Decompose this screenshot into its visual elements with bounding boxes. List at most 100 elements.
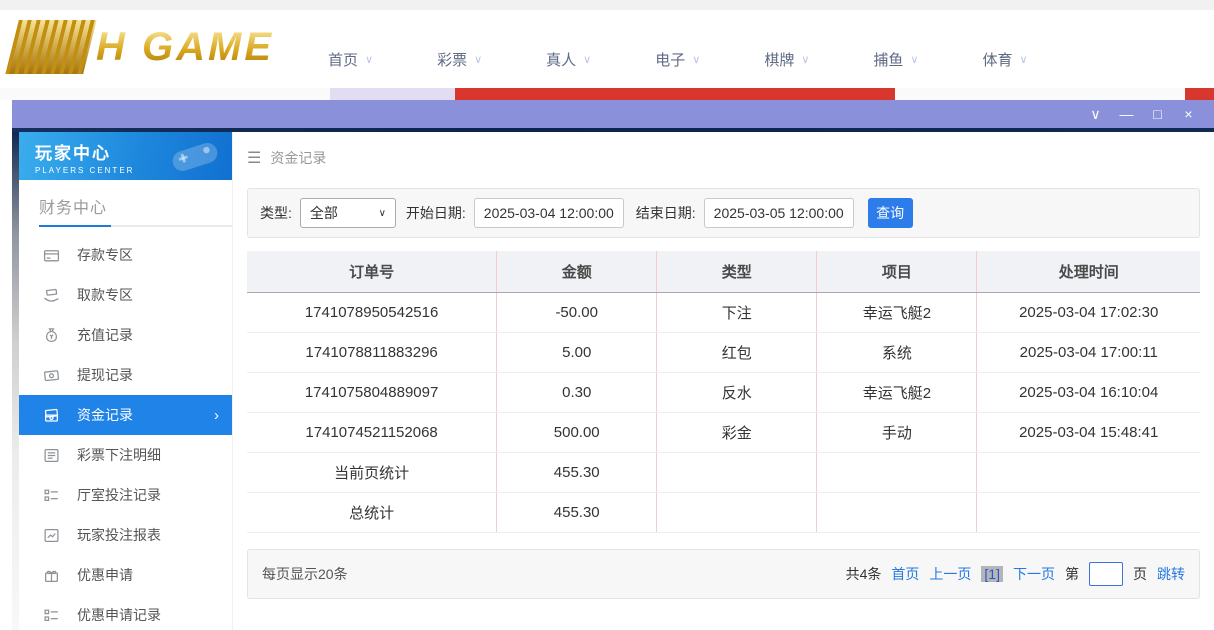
close-icon[interactable]: × xyxy=(1173,100,1204,128)
sidebar-section-title: 财务中心 xyxy=(39,194,212,218)
sidebar-item-withdraw-record[interactable]: 提现记录 xyxy=(19,355,232,395)
banner-fragment xyxy=(1185,88,1214,100)
col-amount: 金额 xyxy=(497,251,657,292)
jump-button[interactable]: 跳转 xyxy=(1157,564,1185,584)
chevron-down-icon: ∨ xyxy=(801,53,809,66)
nav-item-lottery[interactable]: 彩票 ∨ xyxy=(437,49,482,70)
cell-time: 2025-03-04 16:10:04 xyxy=(977,372,1200,412)
banknote-icon xyxy=(43,367,60,384)
hamburger-icon[interactable]: ☰ xyxy=(247,148,261,168)
cell-project: 幸运飞艇2 xyxy=(817,372,977,412)
cell-project: 系统 xyxy=(817,332,977,372)
cell-time: 2025-03-04 17:00:11 xyxy=(977,332,1200,372)
nav-item-home[interactable]: 首页 ∨ xyxy=(328,49,373,70)
list-squares-icon xyxy=(43,487,60,504)
chevron-down-icon: ∨ xyxy=(474,53,482,66)
bank-card-icon xyxy=(43,247,60,264)
sidebar-item-lottery-bet-detail[interactable]: 彩票下注明细 xyxy=(19,435,232,475)
nav-label: 彩票 xyxy=(437,49,467,70)
table-row: 1741074521152068 500.00 彩金 手动 2025-03-04… xyxy=(247,412,1200,452)
cell-type: 反水 xyxy=(657,372,817,412)
sidebar-item-label: 厅室投注记录 xyxy=(77,485,161,505)
cell-type xyxy=(657,452,817,492)
col-order-id: 订单号 xyxy=(247,251,497,292)
nav-item-chess[interactable]: 棋牌 ∨ xyxy=(764,49,809,70)
cell-type: 红包 xyxy=(657,332,817,372)
cell-project xyxy=(817,492,977,532)
nav-label: 棋牌 xyxy=(764,49,794,70)
next-page-link[interactable]: 下一页 xyxy=(1013,564,1055,584)
sidebar-item-deposit-zone[interactable]: 存款专区 xyxy=(19,235,232,275)
prev-page-link[interactable]: 上一页 xyxy=(929,564,971,584)
table-row-total-summary: 总统计 455.30 xyxy=(247,492,1200,532)
maximize-icon[interactable]: □ xyxy=(1142,100,1173,128)
sidebar-item-withdraw-zone[interactable]: 取款专区 xyxy=(19,275,232,315)
cell-order-id: 1741078811883296 xyxy=(247,332,497,372)
chart-report-icon xyxy=(43,527,60,544)
cell-amount: 455.30 xyxy=(497,492,657,532)
chevron-down-icon: ∨ xyxy=(365,53,373,66)
sidebar-item-label: 彩票下注明细 xyxy=(77,445,161,465)
logo[interactable]: H GAME xyxy=(12,20,274,74)
query-button[interactable]: 查询 xyxy=(868,198,913,228)
sidebar-item-recharge-record[interactable]: 充值记录 xyxy=(19,315,232,355)
page-title: 资金记录 xyxy=(270,148,326,168)
hand-money-icon xyxy=(43,287,60,304)
type-label: 类型: xyxy=(260,203,292,223)
sidebar-item-promo-apply[interactable]: 优惠申请 xyxy=(19,555,232,595)
jump-page-input[interactable] xyxy=(1089,562,1123,586)
logo-mark-icon xyxy=(5,20,96,74)
sidebar-item-label: 存款专区 xyxy=(77,245,133,265)
main-panel: ☰ 资金记录 类型: 全部 ∨ 开始日期: 结束日期: 查询 xyxy=(233,132,1214,630)
sidebar-item-promo-apply-record[interactable]: 优惠申请记录 xyxy=(19,595,232,630)
first-page-link[interactable]: 首页 xyxy=(891,564,919,584)
cell-time xyxy=(977,452,1200,492)
sidebar-item-funds-record[interactable]: 资金记录 › xyxy=(19,395,232,435)
money-bag-icon xyxy=(43,327,60,344)
funds-icon xyxy=(43,407,60,424)
nav-item-fishing[interactable]: 捕鱼 ∨ xyxy=(873,49,918,70)
type-select[interactable]: 全部 ∨ xyxy=(300,198,396,228)
page-size-text: 每页显示20条 xyxy=(262,564,348,584)
player-center-window: ∨ — □ × 玩家中心 PLAYERS CENTER 财务中心 xyxy=(12,100,1214,630)
start-date-input[interactable] xyxy=(474,198,624,228)
table-row: 1741078811883296 5.00 红包 系统 2025-03-04 1… xyxy=(247,332,1200,372)
sidebar-item-label: 取款专区 xyxy=(77,285,133,305)
banner-fragment xyxy=(455,88,895,100)
col-type: 类型 xyxy=(657,251,817,292)
cell-project xyxy=(817,452,977,492)
nav-item-live[interactable]: 真人 ∨ xyxy=(546,49,591,70)
pagination-bar: 每页显示20条 共4条 首页 上一页 [1] 下一页 第 页 跳转 xyxy=(247,549,1200,599)
nav-item-sports[interactable]: 体育 ∨ xyxy=(982,49,1027,70)
sidebar-header: 玩家中心 PLAYERS CENTER xyxy=(19,132,232,180)
sidebar-item-label: 提现记录 xyxy=(77,365,133,385)
jump-suffix-label: 页 xyxy=(1133,564,1147,584)
nav-label: 真人 xyxy=(546,49,576,70)
cell-order-id: 1741074521152068 xyxy=(247,412,497,452)
collapse-icon[interactable]: ∨ xyxy=(1080,100,1111,128)
sidebar-item-player-bet-report[interactable]: 玩家投注报表 xyxy=(19,515,232,555)
gamepad-icon xyxy=(166,136,224,180)
table-header-row: 订单号 金额 类型 项目 处理时间 xyxy=(247,251,1200,292)
cell-time: 2025-03-04 17:02:30 xyxy=(977,292,1200,332)
sidebar-item-label: 优惠申请记录 xyxy=(77,605,161,625)
cell-amount: 455.30 xyxy=(497,452,657,492)
nav-item-slots[interactable]: 电子 ∨ xyxy=(655,49,700,70)
type-select-value: 全部 xyxy=(310,203,338,223)
sidebar: 玩家中心 PLAYERS CENTER 财务中心 存款专区 xyxy=(19,132,233,630)
window-titlebar: ∨ — □ × xyxy=(12,100,1214,128)
sidebar-item-label: 充值记录 xyxy=(77,325,133,345)
document-list-icon xyxy=(43,447,60,464)
start-date-label: 开始日期: xyxy=(406,203,466,223)
sidebar-item-label: 玩家投注报表 xyxy=(77,525,161,545)
cell-amount: 500.00 xyxy=(497,412,657,452)
cell-type xyxy=(657,492,817,532)
page-top-strip xyxy=(0,0,1214,10)
sidebar-item-hall-bet-record[interactable]: 厅室投注记录 xyxy=(19,475,232,515)
breadcrumb: ☰ 资金记录 xyxy=(247,144,1214,172)
end-date-input[interactable] xyxy=(704,198,854,228)
gift-icon xyxy=(43,567,60,584)
cell-amount: 0.30 xyxy=(497,372,657,412)
minimize-icon[interactable]: — xyxy=(1111,100,1142,128)
window-frame-left xyxy=(12,132,19,630)
